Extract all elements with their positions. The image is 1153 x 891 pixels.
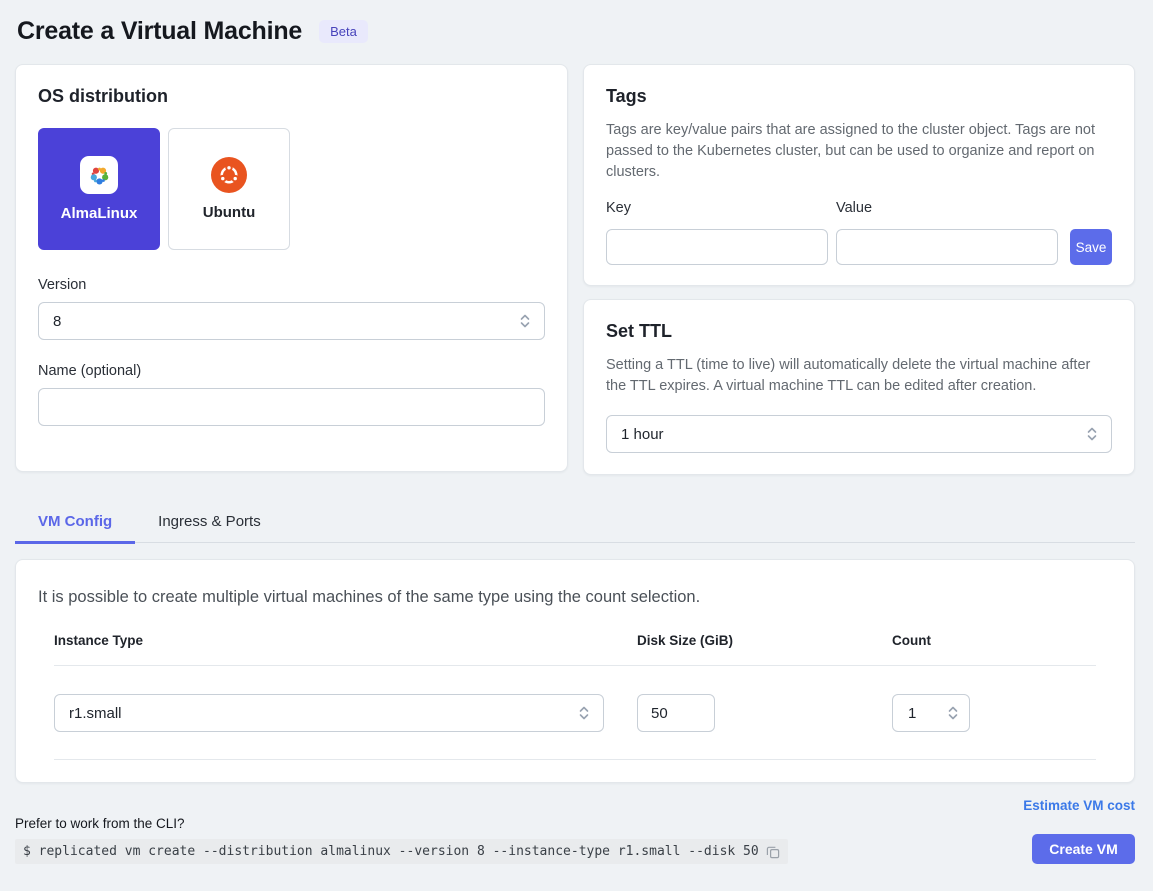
vm-table-header: Instance Type Disk Size (GiB) Count [54, 633, 1096, 666]
page-header: Create a Virtual Machine Beta [15, 13, 1135, 64]
page-footer: Estimate VM cost Prefer to work from the… [15, 798, 1135, 864]
tags-description: Tags are key/value pairs that are assign… [606, 120, 1112, 183]
instance-type-select[interactable]: r1.small [54, 694, 604, 732]
chevron-up-down-icon [1086, 426, 1098, 442]
almalinux-icon [80, 156, 118, 194]
tab-ingress-ports[interactable]: Ingress & Ports [135, 502, 284, 542]
right-column: Tags Tags are key/value pairs that are a… [583, 64, 1135, 475]
vm-config-info-text: It is possible to create multiple virtua… [38, 588, 1112, 607]
copy-icon[interactable] [766, 845, 780, 859]
chevron-up-down-icon [947, 705, 959, 721]
version-select[interactable]: 8 [38, 302, 545, 340]
config-tabs: VM Config Ingress & Ports [15, 502, 1135, 543]
os-option-ubuntu[interactable]: Ubuntu [168, 128, 290, 250]
estimate-vm-cost-link[interactable]: Estimate VM cost [15, 798, 1135, 813]
tags-card: Tags Tags are key/value pairs that are a… [583, 64, 1135, 286]
tag-key-field-group: Key [606, 200, 828, 265]
os-distribution-card: OS distribution [15, 64, 568, 472]
disk-size-input[interactable] [637, 694, 715, 732]
column-disk-size: Disk Size (GiB) [637, 633, 892, 648]
create-vm-page: Create a Virtual Machine Beta OS distrib… [0, 0, 1153, 864]
count-value: 1 [908, 705, 916, 722]
tag-value-input[interactable] [836, 229, 1058, 265]
column-instance-type: Instance Type [54, 633, 637, 648]
page-title: Create a Virtual Machine [17, 17, 302, 46]
version-select-value: 8 [53, 313, 61, 330]
column-count: Count [892, 633, 1096, 648]
vm-table: Instance Type Disk Size (GiB) Count r1.s… [38, 633, 1112, 760]
os-card-title: OS distribution [38, 86, 545, 107]
create-vm-button[interactable]: Create VM [1032, 834, 1135, 864]
os-option-label: AlmaLinux [61, 205, 138, 222]
vm-table-row: r1.small 1 [54, 666, 1096, 760]
chevron-up-down-icon [578, 705, 590, 721]
vm-name-input[interactable] [38, 388, 545, 426]
vm-config-card: It is possible to create multiple virtua… [15, 559, 1135, 783]
set-ttl-card: Set TTL Setting a TTL (time to live) wil… [583, 299, 1135, 475]
footer-row: Prefer to work from the CLI? $ replicate… [15, 816, 1135, 864]
os-option-label: Ubuntu [203, 204, 255, 221]
count-stepper[interactable]: 1 [892, 694, 970, 732]
os-option-tiles: AlmaLinux Ubuntu [38, 128, 545, 250]
chevron-up-down-icon [519, 313, 531, 329]
tags-card-title: Tags [606, 86, 1112, 107]
instance-type-value: r1.small [69, 705, 122, 722]
cli-prompt-text: Prefer to work from the CLI? [15, 816, 788, 831]
vm-name-label: Name (optional) [38, 363, 545, 379]
tag-value-label: Value [836, 200, 1058, 216]
os-option-almalinux[interactable]: AlmaLinux [38, 128, 160, 250]
cli-command: $ replicated vm create --distribution al… [15, 839, 788, 864]
tag-key-label: Key [606, 200, 828, 216]
ttl-select-value: 1 hour [621, 426, 664, 443]
tag-key-input[interactable] [606, 229, 828, 265]
ubuntu-icon [211, 157, 247, 193]
cli-block: Prefer to work from the CLI? $ replicate… [15, 816, 788, 864]
tag-key-value-row: Key Value Save [606, 200, 1112, 265]
ttl-description: Setting a TTL (time to live) will automa… [606, 355, 1112, 397]
ttl-select[interactable]: 1 hour [606, 415, 1112, 453]
top-grid: OS distribution [15, 64, 1135, 475]
tag-value-field-group: Value [836, 200, 1058, 265]
beta-badge: Beta [319, 20, 368, 43]
ttl-card-title: Set TTL [606, 321, 1112, 342]
tab-vm-config[interactable]: VM Config [15, 502, 135, 544]
cli-command-text: $ replicated vm create --distribution al… [23, 844, 759, 859]
save-tag-button[interactable]: Save [1070, 229, 1112, 265]
version-label: Version [38, 277, 545, 293]
